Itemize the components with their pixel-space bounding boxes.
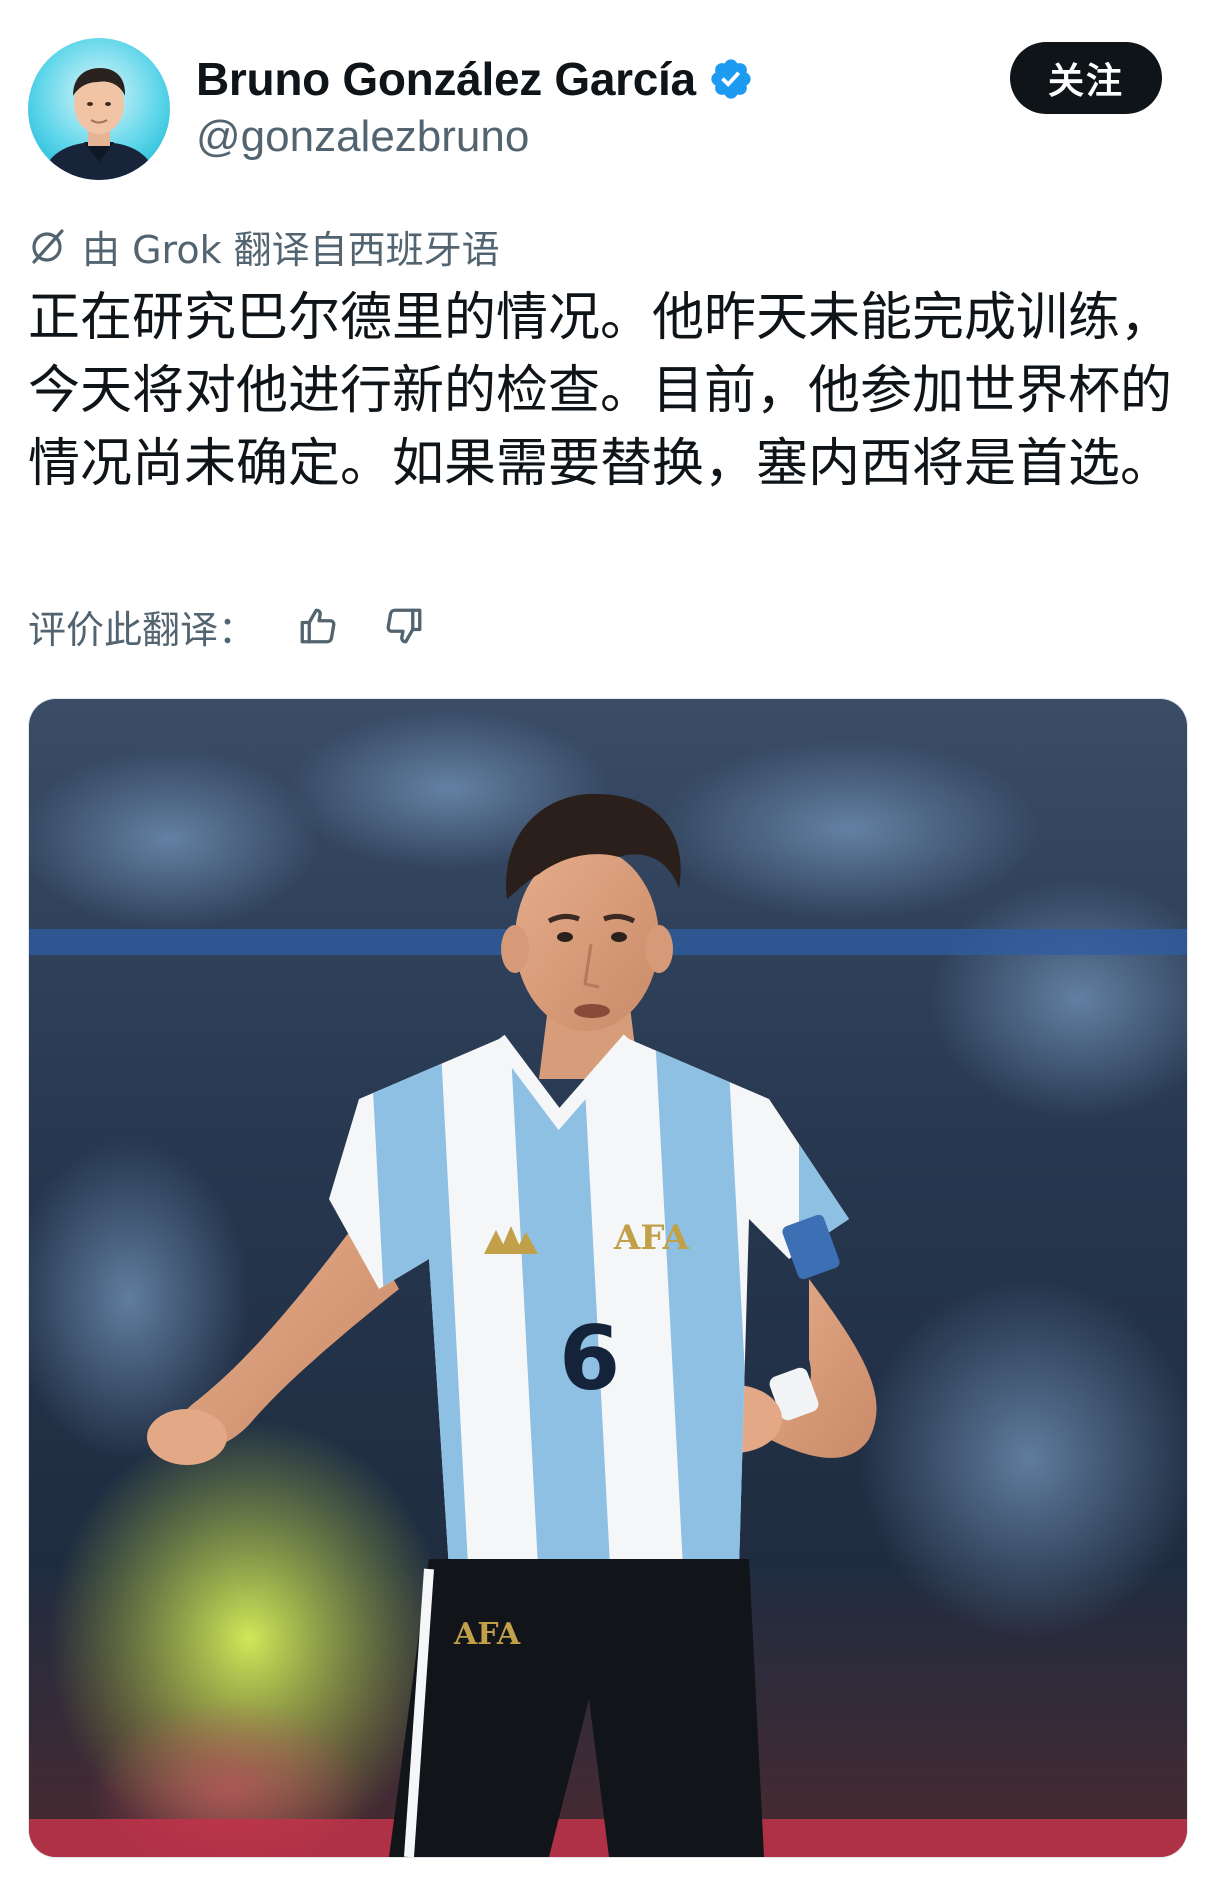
rate-translation-row: 评价此翻译： [28, 600, 428, 652]
author-handle[interactable]: @gonzalezbruno [196, 112, 529, 162]
translation-attribution: 由 Grok 翻译自西班牙语 [28, 220, 500, 272]
author-avatar[interactable] [28, 38, 170, 180]
thumbs-down-icon[interactable] [380, 602, 428, 650]
tweet-post: Bruno González García @gonzalezbruno 关注 … [0, 0, 1206, 1878]
jersey-crest-text: AFA [613, 1218, 690, 1258]
tweet-media-image[interactable]: AFA 6 AFA [28, 698, 1188, 1858]
follow-button[interactable]: 关注 [1010, 42, 1162, 114]
verified-badge-icon[interactable] [708, 56, 754, 102]
translation-attribution-text[interactable]: 由 Grok 翻译自西班牙语 [82, 219, 500, 274]
grok-icon [28, 226, 68, 266]
tweet-text: 正在研究巴尔德里的情况。他昨天未能完成训练，今天将对他进行新的检查。目前，他参加… [28, 288, 1173, 494]
author-name-row: Bruno González García [196, 50, 754, 108]
jersey-number: 6 [559, 1307, 620, 1410]
thumbs-up-icon[interactable] [294, 602, 342, 650]
author-display-name[interactable]: Bruno González García [196, 52, 696, 106]
shorts-crest-text: AFA [453, 1617, 521, 1652]
rate-translation-label: 评价此翻译： [28, 607, 257, 652]
